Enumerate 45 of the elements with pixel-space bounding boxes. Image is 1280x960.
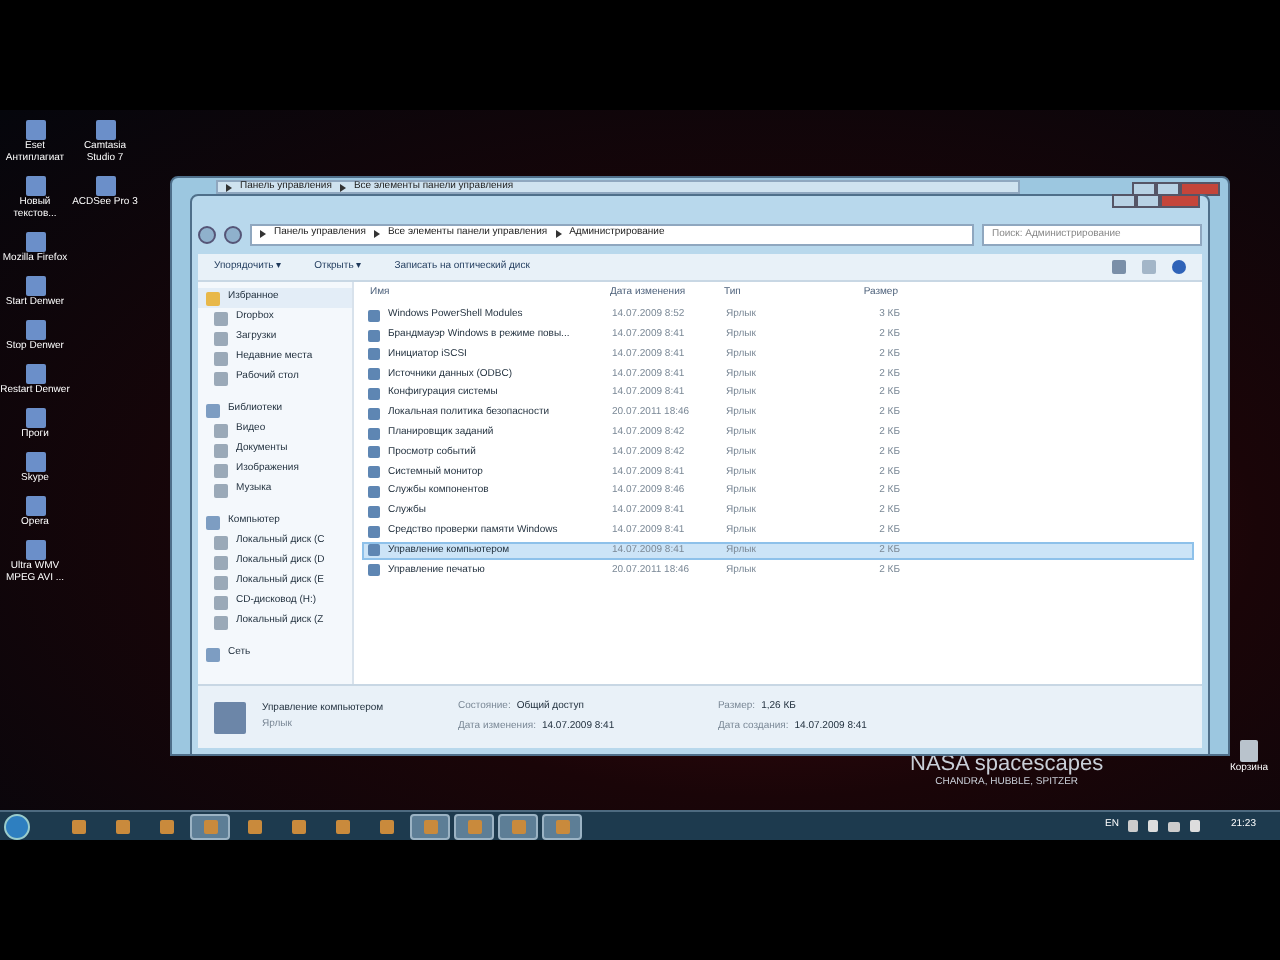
app-icon — [423, 819, 437, 833]
minimize-button[interactable] — [1112, 194, 1136, 208]
app-icon — [467, 819, 481, 833]
shortcut-icon — [25, 452, 45, 472]
breadcrumb-arrow-icon — [373, 230, 380, 238]
group-icon — [206, 403, 220, 417]
help-icon[interactable] — [1172, 260, 1186, 274]
tray-icon — [1128, 820, 1139, 832]
shortcut-icon — [25, 496, 45, 516]
group-icon — [206, 647, 220, 661]
app-icon — [159, 819, 173, 833]
shortcut-icon — [95, 120, 115, 140]
back-button[interactable] — [198, 225, 216, 243]
taskbar-button[interactable] — [190, 813, 230, 839]
taskbar-button[interactable] — [498, 813, 538, 839]
shortcut-icon — [25, 540, 45, 560]
breadcrumb-arrow-icon — [260, 230, 266, 238]
app-icon — [115, 819, 129, 833]
shortcut-icon — [25, 408, 45, 428]
shortcut-icon — [25, 232, 45, 252]
shortcut-icon — [25, 176, 45, 196]
shortcut-icon — [25, 320, 45, 340]
app-icon — [335, 819, 349, 833]
app-icon — [247, 819, 261, 833]
shortcut-icon — [25, 276, 45, 296]
maximize-button[interactable] — [1136, 194, 1160, 208]
group-icon — [206, 291, 220, 305]
breadcrumb-arrow-icon — [339, 183, 346, 191]
start-button[interactable] — [4, 813, 30, 839]
breadcrumb-arrow-icon — [555, 230, 562, 238]
group-icon — [206, 515, 220, 529]
app-icon — [511, 819, 525, 833]
shortcut-icon — [25, 364, 45, 384]
app-icon — [291, 819, 305, 833]
app-icon — [71, 819, 85, 833]
app-icon — [555, 819, 569, 833]
breadcrumb-arrow-icon — [226, 183, 232, 191]
forward-button[interactable] — [224, 225, 242, 243]
shortcut-icon — [95, 176, 115, 196]
app-icon — [203, 819, 217, 833]
taskbar-button[interactable] — [454, 813, 494, 839]
taskbar-button[interactable] — [410, 813, 450, 839]
taskbar-button[interactable] — [542, 813, 582, 839]
shortcut-icon — [25, 120, 45, 140]
app-icon — [379, 819, 393, 833]
